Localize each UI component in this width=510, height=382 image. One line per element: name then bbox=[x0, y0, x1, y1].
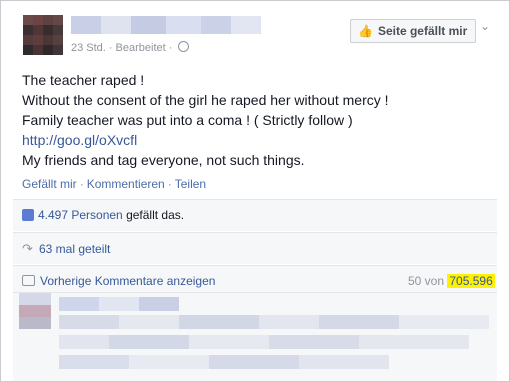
like-page-button[interactable]: 👍 Seite gefällt mir bbox=[350, 19, 477, 43]
comment-text-blurred bbox=[59, 355, 389, 369]
shares-count[interactable]: 63 mal geteilt bbox=[39, 242, 110, 256]
share-arrow-icon: ↷ bbox=[22, 241, 33, 256]
post-line: My friends and tag everyone, not such th… bbox=[22, 152, 305, 168]
action-separator: · bbox=[79, 177, 84, 191]
like-page-label: Seite gefällt mir bbox=[377, 24, 468, 38]
meta-separator: · bbox=[108, 42, 113, 54]
post-meta: 23 Std. · Bearbeitet · bbox=[71, 41, 190, 54]
comment-total-highlighted: 705.596 bbox=[447, 274, 495, 288]
page-avatar[interactable] bbox=[23, 15, 63, 55]
shares-summary[interactable]: ↷ 63 mal geteilt bbox=[22, 241, 110, 257]
commenter-avatar-blurred[interactable] bbox=[19, 293, 51, 329]
divider bbox=[13, 232, 497, 233]
commenter-name-blurred[interactable] bbox=[59, 297, 179, 311]
divider bbox=[13, 292, 497, 293]
like-action[interactable]: Gefällt mir bbox=[22, 177, 77, 191]
comment-action[interactable]: Kommentieren bbox=[87, 177, 165, 191]
likes-count[interactable]: 4.497 Personen bbox=[38, 208, 123, 222]
divider bbox=[13, 199, 497, 200]
post-link[interactable]: http://goo.gl/oXvcfl bbox=[22, 130, 492, 150]
action-separator: · bbox=[167, 177, 172, 191]
chevron-down-icon[interactable]: ⌄ bbox=[480, 19, 490, 33]
page-name-blurred[interactable] bbox=[71, 16, 261, 34]
comment-text-blurred bbox=[59, 335, 469, 349]
comment-count-prefix: 50 von bbox=[408, 274, 445, 288]
comment-count: 50 von 705.596 bbox=[408, 274, 495, 288]
post-line: Family teacher was put into a coma ! ( S… bbox=[22, 112, 353, 128]
thumbs-up-icon bbox=[22, 209, 34, 221]
post-content: The teacher raped ! Without the consent … bbox=[22, 70, 492, 170]
facebook-post: 23 Std. · Bearbeitet · 👍 Seite gefällt mir ⌄… bbox=[0, 0, 510, 382]
comment-bubble-icon bbox=[22, 275, 35, 286]
thumbs-up-icon: 👍 bbox=[358, 24, 373, 38]
post-actions: Gefällt mir · Kommentieren · Teilen bbox=[22, 177, 206, 191]
post-line: The teacher raped ! bbox=[22, 72, 145, 88]
post-edited-label[interactable]: Bearbeitet bbox=[116, 42, 166, 54]
post-time[interactable]: 23 Std. bbox=[71, 42, 106, 54]
post-line: Without the consent of the girl he raped… bbox=[22, 92, 389, 108]
divider bbox=[13, 265, 497, 266]
likes-suffix: gefällt das. bbox=[126, 208, 185, 222]
comments-header: Vorherige Kommentare anzeigen bbox=[22, 274, 215, 288]
comment-text-blurred bbox=[59, 315, 489, 329]
share-action[interactable]: Teilen bbox=[175, 177, 206, 191]
meta-separator: · bbox=[168, 42, 173, 54]
globe-icon[interactable] bbox=[178, 41, 190, 52]
previous-comments-link[interactable]: Vorherige Kommentare anzeigen bbox=[40, 274, 215, 288]
likes-summary: 4.497 Personen gefällt das. bbox=[22, 208, 184, 222]
